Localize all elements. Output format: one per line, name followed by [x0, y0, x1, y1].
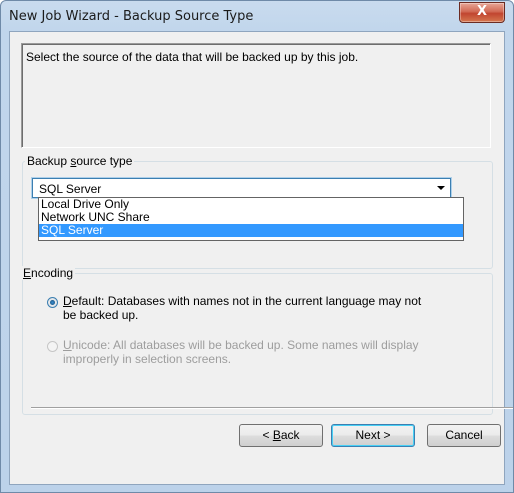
unicode-encoding-radio: [47, 341, 58, 352]
encoding-unicode-option: Unicode: All databases will be backed up…: [47, 338, 467, 370]
unicode-encoding-label: Unicode: All databases will be backed up…: [63, 338, 419, 366]
backup-source-dropdown-list[interactable]: Local Drive Only Network UNC Share SQL S…: [38, 197, 464, 241]
wizard-window: New Job Wizard - Backup Source Type X Se…: [0, 0, 514, 493]
next-button[interactable]: Next >: [331, 424, 415, 447]
dropdown-option-sql-server[interactable]: SQL Server: [39, 224, 463, 237]
wizard-client-area: Select the source of the data that will …: [9, 31, 505, 485]
default-encoding-label[interactable]: Default: Databases with names not in the…: [63, 294, 421, 322]
close-icon: X: [476, 4, 488, 19]
cancel-button[interactable]: Cancel: [427, 424, 501, 447]
chevron-down-icon[interactable]: [437, 186, 445, 190]
description-box: Select the source of the data that will …: [21, 43, 491, 148]
title-bar[interactable]: New Job Wizard - Backup Source Type X: [1, 1, 513, 31]
close-button[interactable]: X: [459, 2, 505, 23]
description-text: Select the source of the data that will …: [26, 50, 359, 64]
backup-source-combobox[interactable]: SQL Server: [32, 178, 451, 198]
encoding-default-option[interactable]: Default: Databases with names not in the…: [47, 294, 467, 326]
backup-source-group-label: Backup source type: [25, 154, 135, 168]
back-button[interactable]: < Back: [239, 424, 323, 447]
button-separator: [31, 407, 513, 409]
window-title: New Job Wizard - Backup Source Type: [9, 9, 254, 24]
backup-source-selected-value: SQL Server: [39, 182, 102, 196]
encoding-group: Encoding Default: Databases with names n…: [21, 266, 493, 415]
default-encoding-radio[interactable]: [47, 297, 58, 308]
encoding-group-label: Encoding: [21, 266, 76, 280]
